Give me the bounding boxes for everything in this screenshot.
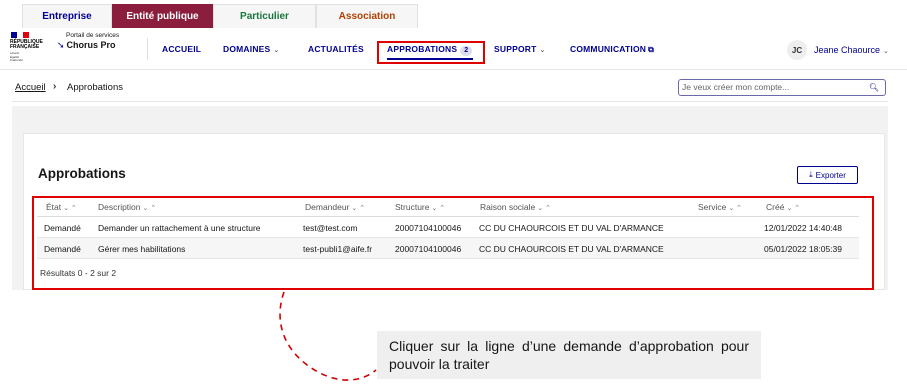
export-button[interactable]: ⤓ Exporter xyxy=(797,166,858,184)
nav-domaines[interactable]: DOMAINES ⌄ xyxy=(223,44,280,54)
callout-connector xyxy=(279,291,377,381)
page-title: Approbations xyxy=(38,166,126,181)
chevron-down-icon: ⌄ xyxy=(883,48,889,55)
download-icon: ⤓ xyxy=(809,170,813,179)
tab-entite-publique[interactable]: Entité publique xyxy=(112,4,213,28)
instruction-callout: Cliquer sur la ligne d’une demande d’app… xyxy=(377,331,761,379)
table-highlight xyxy=(32,196,874,290)
chorus-arrow-icon: ➘ xyxy=(57,40,65,50)
header-divider xyxy=(147,38,148,60)
nav-accueil[interactable]: ACCUEIL xyxy=(162,44,201,54)
user-menu[interactable]: Jeane Chaource ⌄ xyxy=(814,45,889,55)
approbations-highlight xyxy=(377,41,485,64)
nav-communication[interactable]: COMMUNICATION ⧉ xyxy=(570,44,654,55)
breadcrumb-home[interactable]: Accueil xyxy=(15,82,46,93)
tab-association[interactable]: Association xyxy=(316,4,418,28)
chevron-down-icon: ⌄ xyxy=(539,47,546,54)
tab-particulier[interactable]: Particulier xyxy=(213,4,316,28)
search-input[interactable]: Je veux créer mon compte... 🔍︎ xyxy=(678,79,886,96)
nav-actualites[interactable]: ACTUALITÉS xyxy=(308,44,364,54)
breadcrumb-current: Approbations xyxy=(67,82,123,93)
portal-subtitle: Portail de services xyxy=(66,32,120,39)
divider xyxy=(12,101,888,102)
logo-motto: Liberté Égalité Fraternité xyxy=(10,51,23,62)
search-icon[interactable]: 🔍︎ xyxy=(869,83,879,92)
nav-support[interactable]: SUPPORT ⌄ xyxy=(494,44,546,54)
logo-text: RÉPUBLIQUE FRANÇAISE xyxy=(10,39,43,50)
portal-name[interactable]: ➘ Chorus Pro xyxy=(57,40,116,51)
avatar[interactable]: JC xyxy=(787,40,807,60)
breadcrumb-separator: › xyxy=(53,81,57,92)
tab-entreprise[interactable]: Entreprise xyxy=(22,4,112,28)
external-link-icon: ⧉ xyxy=(648,45,655,54)
chevron-down-icon: ⌄ xyxy=(273,47,280,54)
search-placeholder: Je veux créer mon compte... xyxy=(682,82,790,92)
republique-francaise-logo[interactable] xyxy=(11,32,29,38)
audience-tabs: Entreprise Entité publique Particulier A… xyxy=(22,4,418,28)
